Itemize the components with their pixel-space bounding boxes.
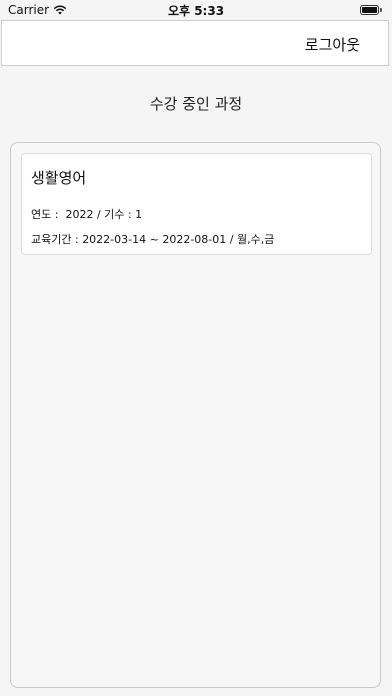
term-value: 1 [135,208,143,221]
status-bar: Carrier 오후 5:33 [0,0,392,20]
course-period: 교육기간 : 2022-03-14 ~ 2022-08-01 / 월,수,금 [31,233,275,246]
course-name: 생활영어 [31,169,87,187]
course-year-term: 연도 : 2022 / 기수 : 1 [31,208,143,221]
status-time: 오후 5:33 [167,3,225,18]
start-date: 2022-03-14 [82,233,147,246]
logout-button[interactable]: 로그아웃 [305,34,360,55]
class-days: 월,수,금 [236,233,275,246]
period-label: 교육기간 : [31,233,79,246]
battery-icon [360,5,382,15]
term-label: 기수 : [104,208,132,221]
page-title: 수강 중인 과정 [149,95,243,113]
course-card[interactable]: 생활영어 연도 : 2022 / 기수 : 1 교육기간 : 2022-03-1… [21,153,372,255]
course-list-panel[interactable]: 생활영어 연도 : 2022 / 기수 : 1 교육기간 : 2022-03-1… [10,142,381,688]
year-label: 연도 : [31,208,59,221]
year-value: 2022 [65,208,94,221]
end-date: 2022-08-01 [162,233,227,246]
top-navigation-bar: 로그아웃 [1,20,389,66]
